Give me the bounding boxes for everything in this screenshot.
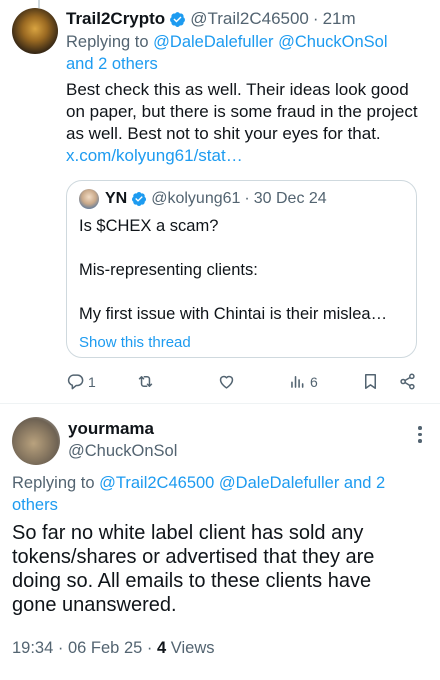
bookmark-button[interactable]: [361, 372, 380, 391]
author-handle[interactable]: @Trail2C46500: [190, 8, 309, 30]
divider: [0, 403, 440, 404]
quoted-author-name: YN: [105, 190, 128, 207]
replying-to: Replying to @DaleDalefuller @ChuckOnSol …: [66, 31, 428, 75]
reply-post: Trail2Crypto @Trail2C46500 · 21m Replyin…: [66, 8, 428, 167]
action-bar: 1 6: [66, 372, 421, 394]
verified-badge-icon: [170, 11, 186, 27]
post-text: Best check this as well. Their ideas loo…: [66, 79, 428, 167]
quoted-post-text: Is $CHEX a scam? Mis-representing client…: [79, 215, 404, 325]
post-body: Best check this as well. Their ideas loo…: [66, 80, 418, 143]
quoted-line-2: Mis-representing clients:: [79, 261, 258, 279]
share-button[interactable]: [398, 372, 417, 391]
post-time[interactable]: 19:34: [12, 639, 53, 657]
quoted-author-handle: @kolyung61: [151, 190, 241, 207]
author-handle[interactable]: @ChuckOnSol: [68, 440, 177, 462]
reply-button[interactable]: 1: [66, 372, 96, 391]
like-icon: [219, 375, 234, 389]
views-button[interactable]: 6: [288, 372, 318, 391]
post-time[interactable]: 21m: [323, 8, 356, 30]
like-button[interactable]: [217, 372, 236, 391]
replying-to: Replying to @Trail2C46500 @DaleDalefulle…: [12, 472, 412, 516]
more-options-icon[interactable]: [418, 426, 422, 444]
thread-connector-line: [38, 0, 40, 8]
views-label: Views: [170, 639, 215, 657]
views-count: 4: [156, 639, 167, 657]
separator-dot: ·: [312, 9, 319, 28]
reply-icon: [67, 374, 84, 390]
bookmark-icon: [364, 374, 377, 389]
retweet-icon: [138, 375, 153, 388]
post-body: So far no white label client has sold an…: [12, 522, 375, 616]
quoted-line-1: Is $CHEX a scam?: [79, 217, 219, 235]
replying-to-label: Replying to: [12, 474, 95, 492]
replying-to-label: Replying to: [66, 33, 149, 51]
quoted-post-date: 30 Dec 24: [253, 190, 327, 207]
views-count: 6: [310, 373, 318, 390]
author-name[interactable]: Trail2Crypto: [66, 8, 165, 30]
replying-others-link[interactable]: and 2 others: [66, 55, 158, 73]
views-icon: [291, 375, 304, 388]
quoted-post-card[interactable]: YN @kolyung61 · 30 Dec 24 Is $CHEX a sca…: [66, 180, 417, 358]
quoted-avatar: [79, 189, 99, 209]
avatar[interactable]: [12, 8, 58, 54]
separator-dot: ·: [57, 639, 64, 657]
show-thread-link[interactable]: Show this thread: [79, 333, 404, 353]
avatar[interactable]: [12, 417, 60, 465]
separator-dot: ·: [244, 190, 250, 207]
verified-badge-icon: [132, 192, 147, 206]
reply-count: 1: [88, 373, 96, 390]
retweet-button[interactable]: [136, 372, 155, 391]
quoted-line-3: My first issue with Chintai is their mis…: [79, 305, 388, 323]
replying-mentions[interactable]: @DaleDalefuller @ChuckOnSol: [153, 33, 387, 51]
post-meta: 19:34 · 06 Feb 25 · 4 Views: [12, 637, 214, 659]
post-date[interactable]: 06 Feb 25: [68, 639, 142, 657]
separator-dot: ·: [146, 639, 153, 657]
post-link[interactable]: x.com/kolyung61/stat…: [66, 146, 243, 165]
author-name[interactable]: yourmama: [68, 418, 154, 440]
share-icon: [400, 373, 415, 390]
